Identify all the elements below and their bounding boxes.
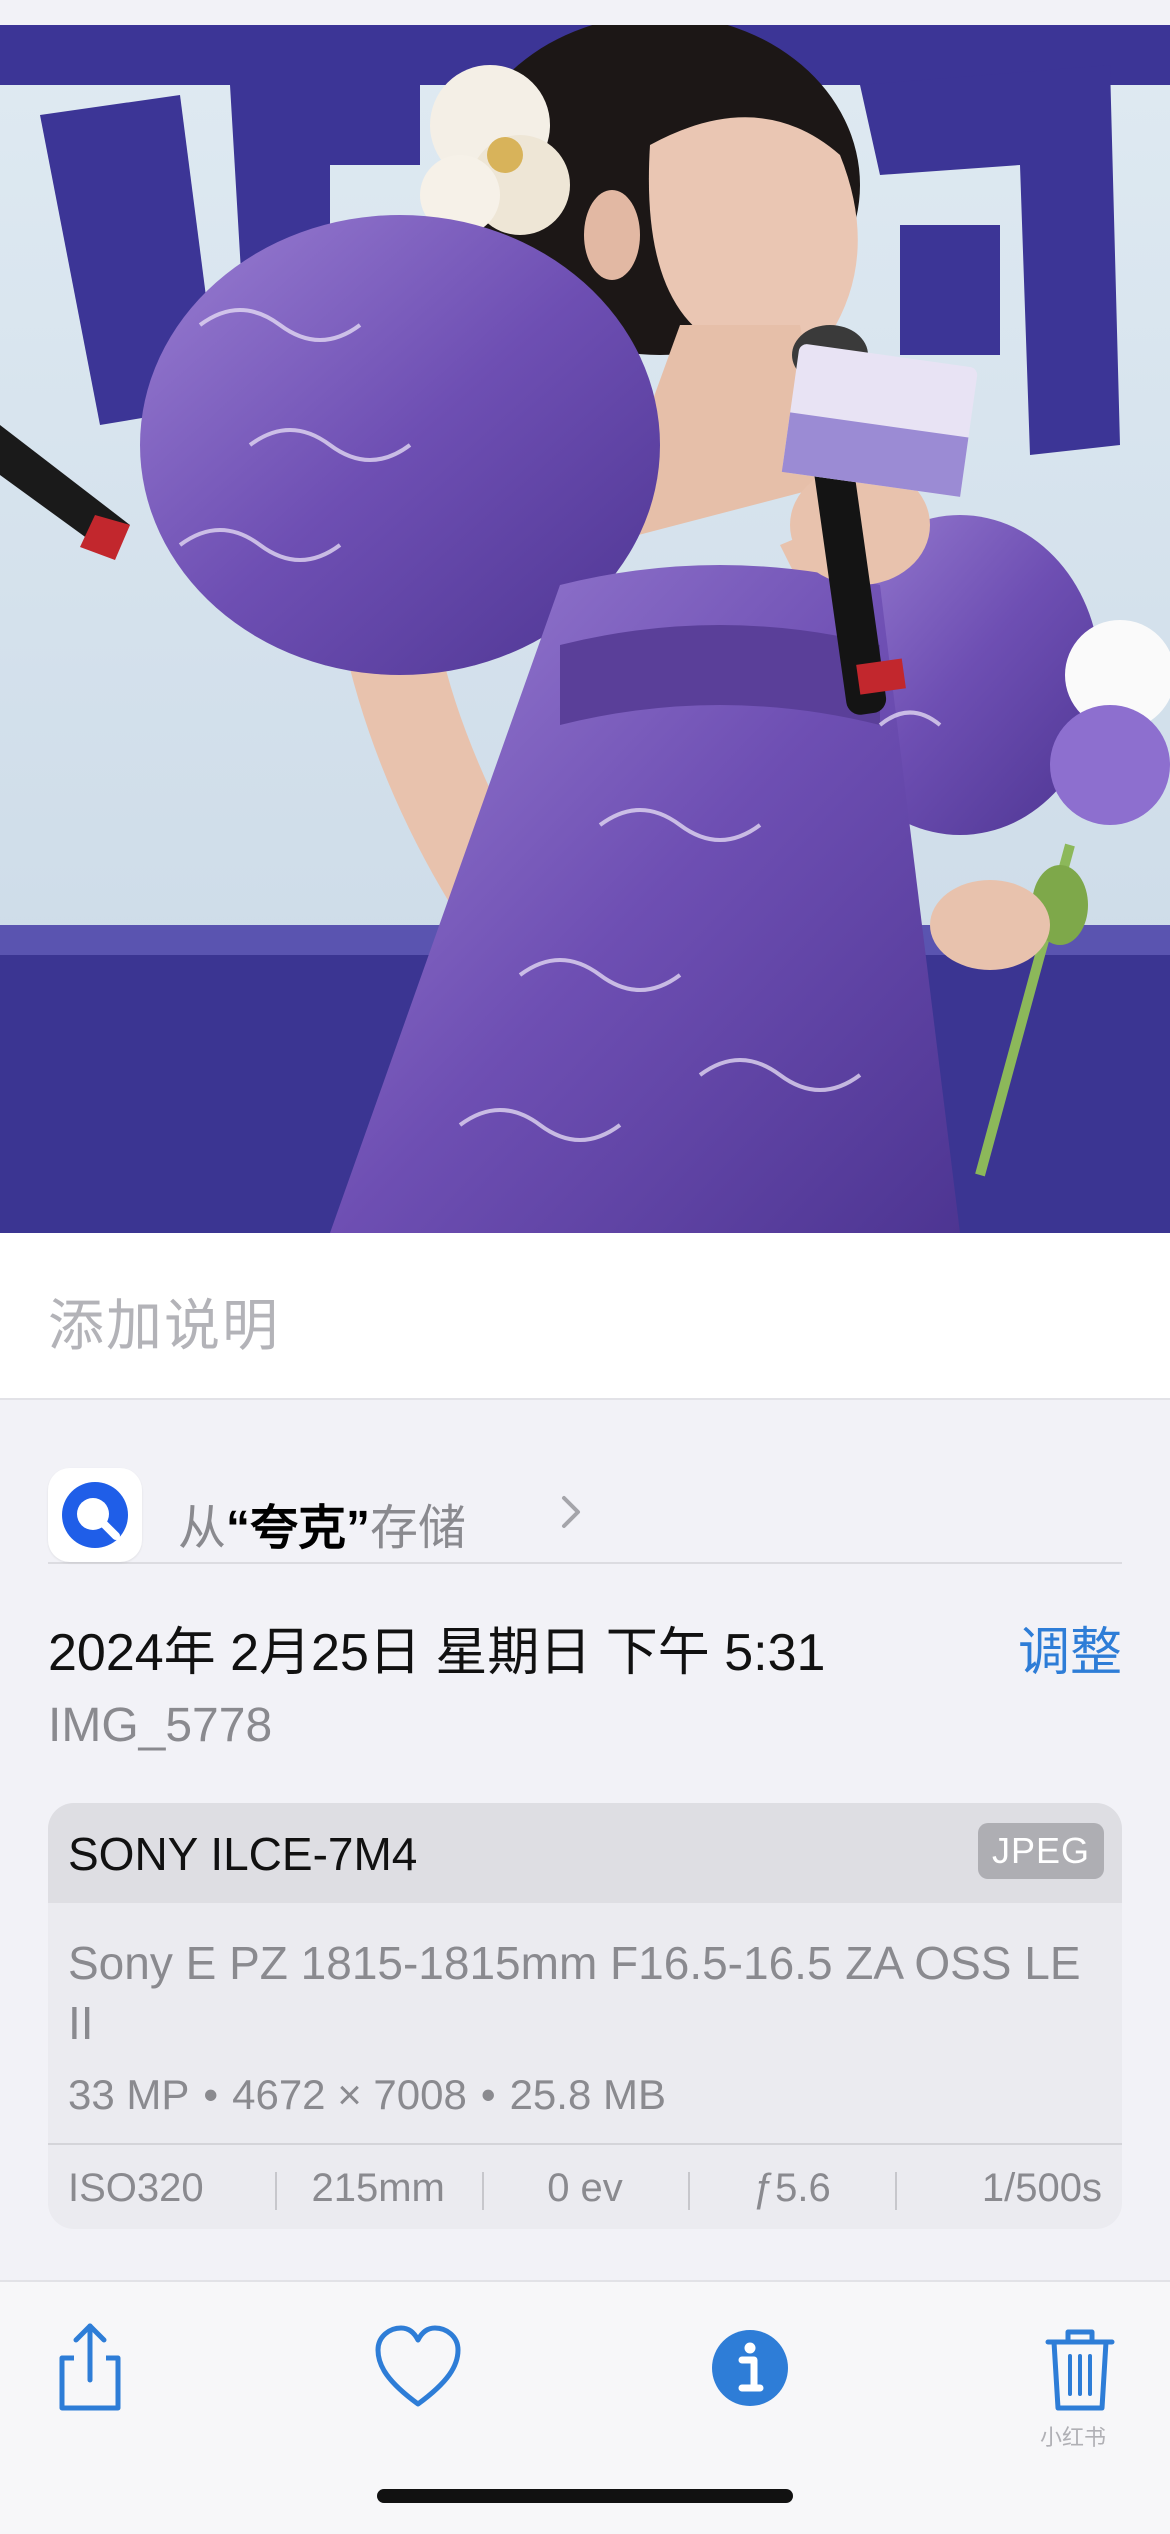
share-icon[interactable] [40,2318,140,2418]
info-icon[interactable] [700,2318,800,2418]
saved-from-suffix: 存储 [370,1502,467,1555]
exif-focal-length: 215mm [274,2166,482,2211]
exif-aperture: ƒ5.6 [688,2166,895,2211]
exif-row: ISO320 215mm 0 ev ƒ5.6 1/500s [48,2143,1122,2229]
heart-icon[interactable] [368,2318,468,2418]
photo-preview[interactable] [0,25,1170,1233]
saved-from-app-row[interactable]: 从“夸克”存储 [48,1432,1122,1564]
saved-from-label: 从“夸克”存储 [178,1488,466,1558]
caption-input[interactable]: 添加说明 [48,1281,280,1362]
megapixels: 33 MP [68,2071,190,2118]
watermark: 小红书 [1040,2425,1107,2450]
trash-icon[interactable] [1030,2318,1130,2418]
saved-from-prefix: 从 [178,1502,227,1555]
adjust-button[interactable]: 调整 [1018,1610,1122,1685]
camera-header: SONY ILCE-7M4 JPEG [48,1803,1122,1903]
quark-app-icon [48,1468,142,1562]
photo-filename: IMG_5778 [48,1699,273,1752]
exif-shutter: 1/500s [895,2166,1122,2211]
separator-dot: • [480,2071,496,2118]
lens-info: Sony E PZ 1815-1815mm F16.5-16.5 ZA OSS … [68,1937,1081,2049]
caption-area[interactable]: 添加说明 [0,1233,1170,1400]
home-indicator[interactable] [377,2489,793,2503]
image-specs: 33 MP • 4672 × 7008 • 25.8 MB [68,2071,666,2119]
format-badge: JPEG [977,1823,1104,1879]
camera-info-card: SONY ILCE-7M4 JPEG Sony E PZ 1815-1815mm… [48,1803,1122,2229]
file-size: 25.8 MB [509,2071,666,2118]
chevron-right-icon [562,1496,580,1528]
photo-info-panel: 从“夸克”存储 2024年 2月25日 星期日 下午 5:31 调整 IMG_5… [0,1400,1170,2280]
app-name: “夸克” [226,1502,371,1555]
separator-dot: • [203,2071,219,2118]
camera-model: SONY ILCE-7M4 [68,1828,418,1880]
photo-datetime: 2024年 2月25日 星期日 下午 5:31 [48,1624,826,1682]
exif-exposure-bias: 0 ev [481,2166,689,2211]
resolution: 4672 × 7008 [232,2071,467,2118]
photo-image [0,25,1170,1233]
exif-iso: ISO320 [68,2165,204,2210]
